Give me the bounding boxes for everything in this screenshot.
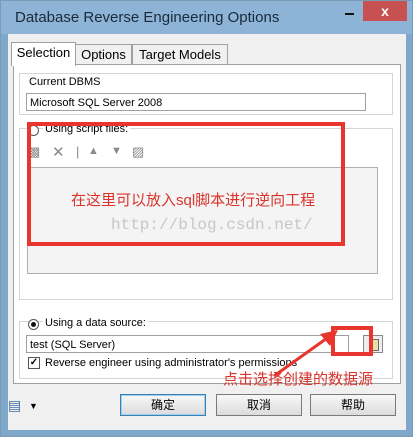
tab-options-label: Options	[81, 47, 126, 62]
tab-selection[interactable]: Selection	[11, 42, 76, 66]
minimize-icon	[345, 13, 354, 15]
tab-target-models[interactable]: Target Models	[132, 44, 228, 66]
window-title: Database Reverse Engineering Options	[15, 9, 280, 26]
close-button[interactable]: x	[363, 1, 407, 21]
blog-watermark: http://blog.csdn.net/	[111, 216, 313, 234]
current-dbms-field[interactable]: Microsoft SQL Server 2008	[26, 93, 366, 111]
chevron-down-icon[interactable]: ▼	[29, 401, 38, 411]
current-dbms-label: Current DBMS	[27, 76, 103, 88]
dialog-window: Database Reverse Engineering Options x S…	[0, 0, 413, 437]
dialog-body: Selection Options Target Models Current …	[8, 34, 406, 430]
tools-menu-icon[interactable]: ▤	[8, 397, 21, 414]
script-files-annotation: 在这里可以放入sql脚本进行逆向工程	[71, 192, 316, 209]
admin-permissions-checkbox[interactable]: ✓	[28, 357, 40, 369]
close-icon: x	[381, 3, 389, 19]
tab-options[interactable]: Options	[75, 44, 132, 66]
cancel-button[interactable]: 取消	[216, 394, 302, 416]
tab-target-models-label: Target Models	[139, 47, 221, 62]
help-button[interactable]: 帮助	[310, 394, 396, 416]
title-bar[interactable]: Database Reverse Engineering Options x	[1, 1, 412, 34]
data-source-label: Using a data source:	[43, 317, 148, 329]
ok-button[interactable]: 确定	[120, 394, 206, 416]
data-source-radio[interactable]	[28, 319, 39, 330]
tab-selection-label: Selection	[16, 45, 71, 60]
minimize-button[interactable]	[336, 1, 362, 21]
datasource-annotation: 点击选择创建的数据源	[223, 371, 374, 388]
